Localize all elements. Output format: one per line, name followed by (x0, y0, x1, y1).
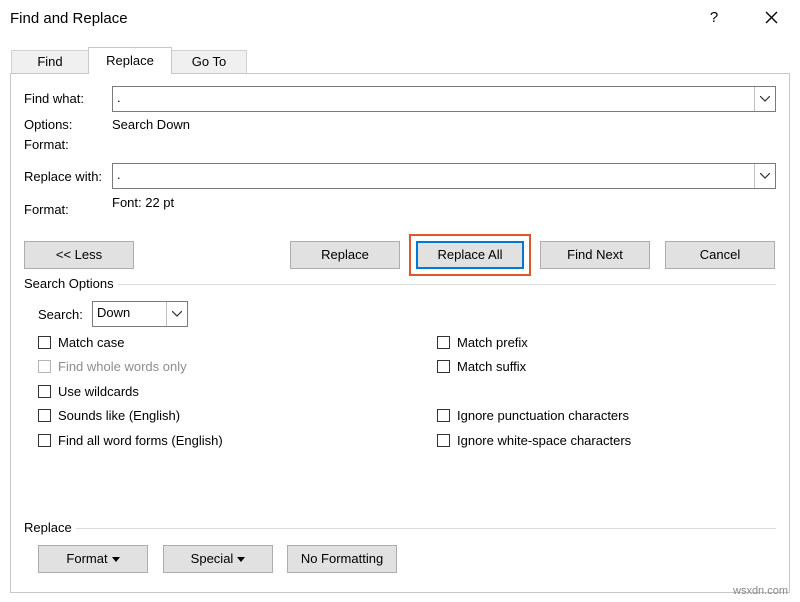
ignore-punctuation-label[interactable]: Ignore punctuation characters (457, 408, 629, 423)
options-label: Options: (24, 117, 73, 132)
format-button-label: Format (66, 551, 108, 566)
find-what-input[interactable]: . (112, 86, 776, 112)
help-button[interactable]: ? (706, 9, 722, 26)
word-forms-checkbox[interactable] (38, 434, 51, 447)
special-button-label: Special (190, 551, 234, 566)
find-what-dropdown[interactable] (754, 87, 775, 111)
tab-go-to[interactable]: Go To (171, 50, 247, 73)
search-options-heading: Search Options (24, 276, 114, 291)
word-forms-label[interactable]: Find all word forms (English) (58, 433, 223, 448)
find-what-value: . (117, 90, 121, 105)
ignore-punctuation-checkbox[interactable] (437, 409, 450, 422)
ignore-whitespace-checkbox[interactable] (437, 434, 450, 447)
match-case-label[interactable]: Match case (58, 335, 124, 350)
caret-down-icon (237, 557, 246, 563)
options-value: Search Down (112, 117, 191, 132)
replace-button[interactable]: Replace (290, 241, 400, 269)
less-button[interactable]: << Less (24, 241, 134, 269)
match-prefix-label[interactable]: Match prefix (457, 335, 528, 350)
whole-words-label: Find whole words only (58, 359, 187, 374)
search-direction-label: Search: (38, 307, 83, 322)
search-direction-value: Down (97, 305, 131, 320)
replace-with-value: . (117, 167, 121, 182)
no-formatting-button[interactable]: No Formatting (287, 545, 397, 573)
search-direction-dropdown[interactable] (166, 302, 187, 326)
match-prefix-checkbox[interactable] (437, 336, 450, 349)
replace-with-input[interactable]: . (112, 163, 776, 189)
replace-section-divider (76, 528, 776, 529)
chevron-down-icon (172, 311, 182, 317)
cancel-button[interactable]: Cancel (665, 241, 775, 269)
replace-section-heading: Replace (24, 520, 72, 535)
sounds-like-checkbox[interactable] (38, 409, 51, 422)
match-suffix-label[interactable]: Match suffix (457, 359, 526, 374)
use-wildcards-label[interactable]: Use wildcards (58, 384, 139, 399)
tab-find[interactable]: Find (11, 50, 89, 73)
find-next-button[interactable]: Find Next (540, 241, 650, 269)
chevron-down-icon (760, 173, 770, 179)
replace-format-label: Format: (24, 202, 69, 217)
caret-down-icon (111, 557, 120, 563)
special-button[interactable]: Special (163, 545, 273, 573)
find-what-label: Find what: (24, 91, 84, 106)
match-case-checkbox[interactable] (38, 336, 51, 349)
close-icon (765, 11, 778, 24)
whole-words-checkbox (38, 360, 51, 373)
replace-all-button[interactable]: Replace All (416, 241, 524, 269)
search-options-divider (118, 284, 776, 285)
use-wildcards-checkbox[interactable] (38, 385, 51, 398)
close-button[interactable] (760, 6, 782, 28)
ignore-whitespace-label[interactable]: Ignore white-space characters (457, 433, 631, 448)
replace-with-label: Replace with: (24, 169, 103, 184)
replace-with-dropdown[interactable] (754, 164, 775, 188)
replace-format-value: Font: 22 pt (112, 195, 175, 210)
match-suffix-checkbox[interactable] (437, 360, 450, 373)
title-bar: Find and Replace ? (0, 0, 800, 38)
search-direction-select[interactable]: Down (92, 301, 188, 327)
format-button[interactable]: Format (38, 545, 148, 573)
window-title: Find and Replace (10, 10, 128, 27)
tab-bar: Find Replace Go To (0, 38, 800, 74)
sounds-like-label[interactable]: Sounds like (English) (58, 408, 180, 423)
find-format-label: Format: (24, 137, 69, 152)
watermark: wsxdn.com (733, 585, 789, 597)
tab-replace[interactable]: Replace (88, 47, 172, 74)
chevron-down-icon (760, 96, 770, 102)
dialog-panel (10, 73, 790, 593)
